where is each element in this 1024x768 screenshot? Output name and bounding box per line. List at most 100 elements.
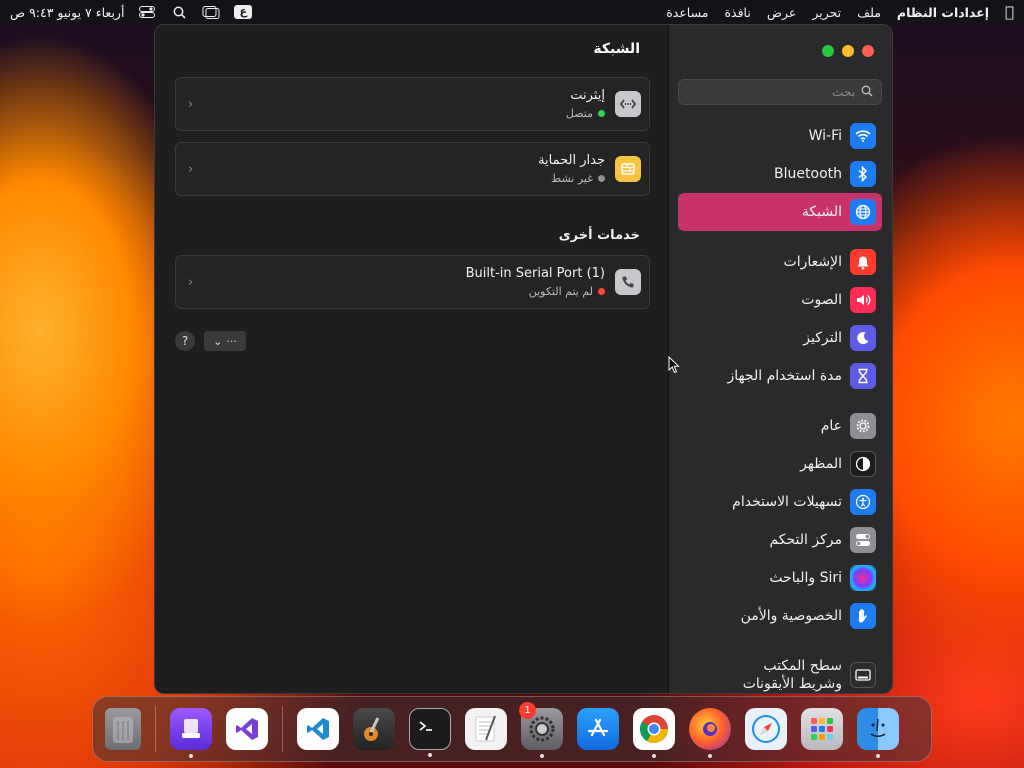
- sidebar-item-screen-time[interactable]: مدة استخدام الجهاز: [678, 357, 882, 395]
- simulator-icon[interactable]: [170, 708, 212, 758]
- clock[interactable]: أربعاء ٧ يونيو ٩:٤٣ ص: [10, 5, 124, 20]
- firewall-icon: [615, 156, 641, 182]
- hand-icon: [850, 603, 876, 629]
- chevron-left-icon: ‹: [188, 161, 194, 177]
- sidebar: Wi-Fi Bluetooth الشبكة الإشعارات: [668, 25, 892, 693]
- menu-window[interactable]: نافذة: [724, 5, 750, 20]
- search-icon: [861, 85, 873, 100]
- dock-separator: [282, 706, 283, 752]
- running-indicator: [876, 754, 880, 758]
- toggles-icon: [850, 527, 876, 553]
- visual-studio-icon[interactable]: [226, 708, 268, 750]
- sidebar-item-network[interactable]: الشبكة: [678, 193, 882, 231]
- status-dot-gray: [598, 175, 605, 182]
- garageband-icon[interactable]: [353, 708, 395, 750]
- minimize-button[interactable]: [842, 45, 854, 57]
- service-title: جدار الحماية: [538, 153, 605, 168]
- chevron-down-icon: ⌄: [213, 334, 223, 348]
- service-row-firewall[interactable]: جدار الحماية غير نشط ‹: [175, 142, 650, 196]
- chrome-icon[interactable]: [633, 708, 675, 758]
- sidebar-item-general[interactable]: عام: [678, 407, 882, 445]
- firefox-icon[interactable]: [689, 708, 731, 758]
- other-services-heading: خدمات أخرى: [558, 228, 640, 243]
- sidebar-item-bluetooth[interactable]: Bluetooth: [678, 155, 882, 193]
- menu-help[interactable]: مساعدة: [666, 5, 708, 20]
- search-input[interactable]: [687, 85, 855, 99]
- running-indicator: [428, 753, 432, 757]
- apple-menu-icon[interactable]: : [1005, 3, 1014, 21]
- control-center-icon[interactable]: [138, 5, 156, 19]
- sidebar-item-notifications[interactable]: الإشعارات: [678, 243, 882, 281]
- phone-icon: [615, 269, 641, 295]
- running-indicator: [652, 754, 656, 758]
- menu-app-name[interactable]: إعدادات النظام: [897, 5, 989, 20]
- more-actions-label: ···: [226, 334, 237, 348]
- moon-icon: [850, 325, 876, 351]
- service-status: متصل: [203, 107, 605, 120]
- mouse-pointer-icon: [668, 356, 680, 374]
- menu-edit[interactable]: تحرير: [812, 5, 841, 20]
- siri-icon: [850, 565, 876, 591]
- app-store-icon[interactable]: [577, 708, 619, 750]
- sidebar-item-accessibility[interactable]: تسهيلات الاستخدام: [678, 483, 882, 521]
- service-row-serial-port[interactable]: Built-in Serial Port (1) لم يتم التكوين …: [175, 255, 650, 309]
- service-status-text: متصل: [565, 107, 593, 120]
- sidebar-item-label: مركز التحكم: [769, 532, 842, 548]
- sidebar-item-control-center[interactable]: مركز التحكم: [678, 521, 882, 559]
- sidebar-item-appearance[interactable]: المظهر: [678, 445, 882, 483]
- service-title: إيثرنت: [570, 88, 605, 103]
- menu-file[interactable]: ملف: [857, 5, 881, 20]
- safari-icon[interactable]: [745, 708, 787, 750]
- more-actions-button[interactable]: ⌄ ···: [204, 331, 246, 351]
- close-button[interactable]: [862, 45, 874, 57]
- menu-view[interactable]: عرض: [767, 5, 796, 20]
- trash-icon[interactable]: [105, 708, 141, 750]
- globe-icon: [850, 199, 876, 225]
- sidebar-item-wifi[interactable]: Wi-Fi: [678, 117, 882, 155]
- chevron-left-icon: ‹: [188, 274, 194, 290]
- sidebar-item-label: الخصوصية والأمن: [740, 608, 842, 624]
- running-indicator: [540, 754, 544, 758]
- help-button[interactable]: ?: [175, 331, 195, 351]
- sidebar-search: [678, 79, 882, 105]
- sidebar-item-label: المظهر: [800, 456, 842, 472]
- zoom-button[interactable]: [822, 45, 834, 57]
- system-settings-window: الشبكة إيثرنت متصل ‹ جدار الحماية غير نش…: [154, 24, 893, 694]
- sidebar-item-label: سطح المكتب وشريط الأيقونات: [742, 658, 842, 692]
- sidebar-item-desktop-dock[interactable]: سطح المكتب وشريط الأيقونات: [678, 647, 882, 693]
- sidebar-item-focus[interactable]: التركيز: [678, 319, 882, 357]
- window-controls: [822, 45, 874, 57]
- launchpad-icon[interactable]: [801, 708, 843, 750]
- spotlight-search-icon[interactable]: [170, 5, 188, 19]
- dock-separator: [155, 706, 156, 752]
- status-dot-green: [598, 110, 605, 117]
- status-dot-red: [598, 288, 605, 295]
- sidebar-item-label: Siri والباحث: [769, 570, 842, 586]
- system-settings-icon[interactable]: 1: [519, 702, 563, 758]
- accessibility-icon: [850, 489, 876, 515]
- bluetooth-icon: [850, 161, 876, 187]
- menu-bar: أربعاء ٧ يونيو ٩:٤٣ ص ع  إعدادات النظام…: [0, 0, 1024, 24]
- service-status: غير نشط: [203, 172, 605, 185]
- vscode-icon[interactable]: [297, 708, 339, 750]
- service-row-ethernet[interactable]: إيثرنت متصل ‹: [175, 77, 650, 131]
- dock-icon: [850, 662, 876, 688]
- service-status: لم يتم التكوين: [203, 285, 605, 298]
- stage-manager-icon[interactable]: [202, 5, 220, 19]
- ethernet-icon: [615, 91, 641, 117]
- input-source-indicator[interactable]: ع: [234, 5, 252, 19]
- textedit-icon[interactable]: [465, 708, 507, 750]
- sidebar-item-label: تسهيلات الاستخدام: [732, 494, 842, 510]
- sidebar-item-siri[interactable]: Siri والباحث: [678, 559, 882, 597]
- finder-icon[interactable]: [857, 708, 899, 758]
- menu-bar-menus:  إعدادات النظام ملف تحرير عرض نافذة مسا…: [666, 3, 1014, 21]
- sidebar-item-sound[interactable]: الصوت: [678, 281, 882, 319]
- terminal-icon[interactable]: [409, 708, 451, 757]
- network-pane: الشبكة إيثرنت متصل ‹ جدار الحماية غير نش…: [155, 25, 670, 693]
- service-text: Built-in Serial Port (1) لم يتم التكوين: [203, 266, 605, 298]
- wifi-icon: [850, 123, 876, 149]
- appearance-icon: [850, 451, 876, 477]
- sidebar-item-label: Wi-Fi: [808, 128, 842, 144]
- service-title: Built-in Serial Port (1): [465, 266, 605, 281]
- sidebar-item-privacy[interactable]: الخصوصية والأمن: [678, 597, 882, 635]
